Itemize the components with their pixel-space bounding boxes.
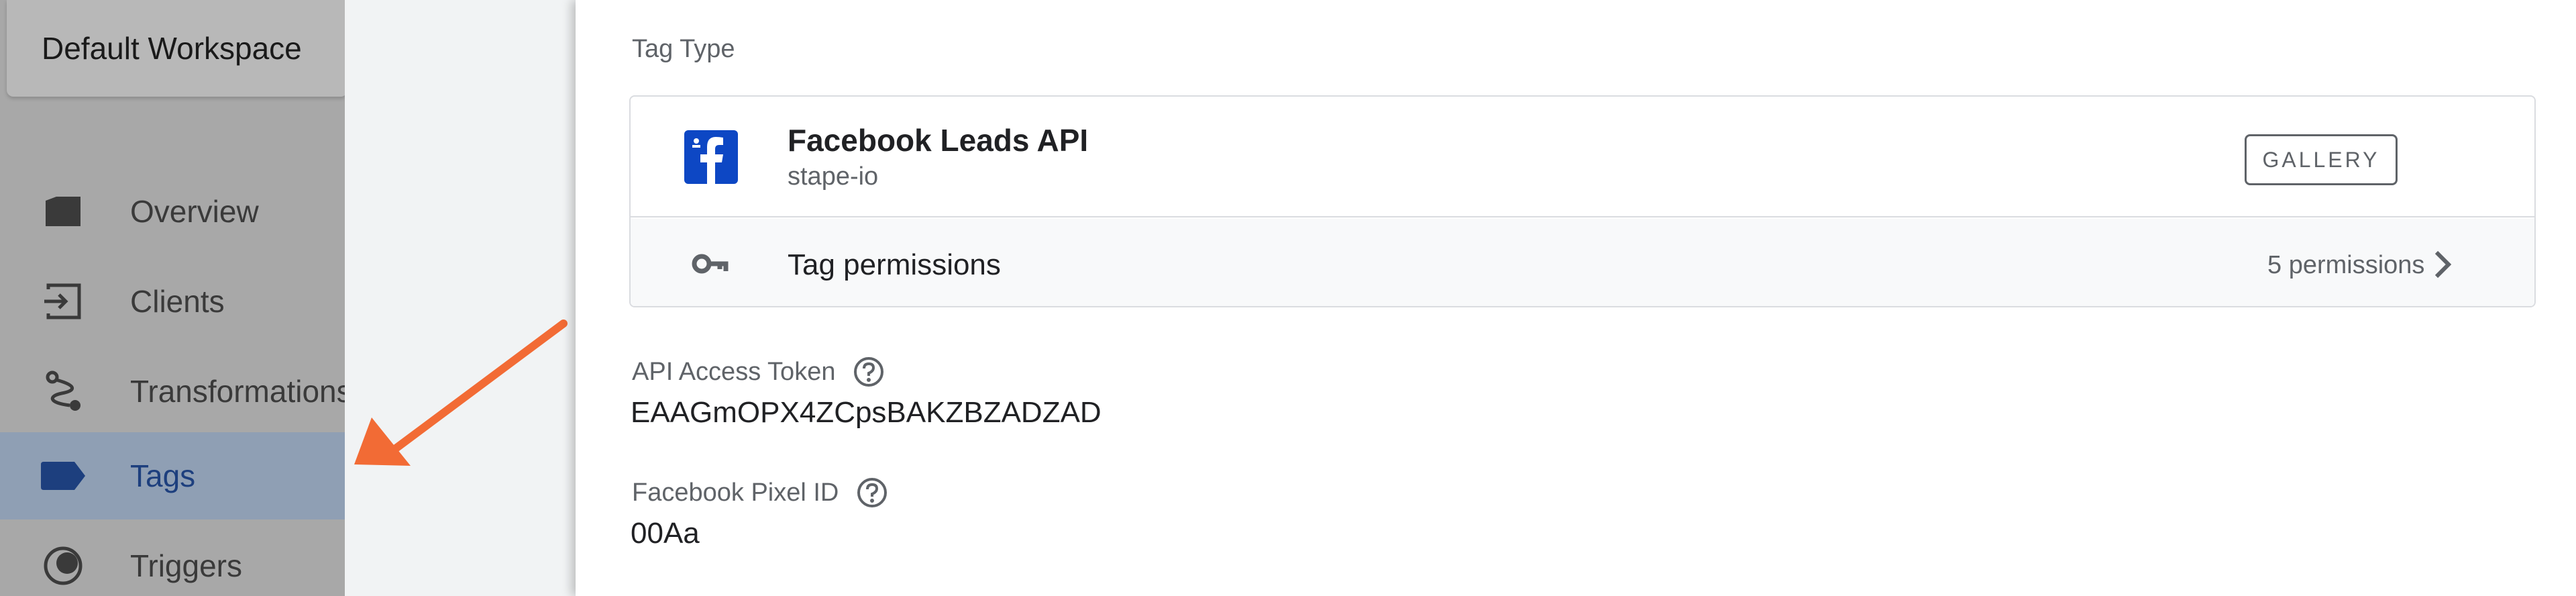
facebook-pixel-id-value: 00Aa <box>631 517 700 550</box>
sidebar: Default Workspace Overview Clients Trans… <box>0 0 345 596</box>
route-icon <box>39 367 87 415</box>
sidebar-item-tags[interactable]: Tags <box>0 432 345 519</box>
chevron-right-icon <box>2430 248 2457 281</box>
tag-config-panel: Tag Type Facebook Leads API stape-io GAL… <box>576 0 2576 596</box>
tag-permissions-count: 5 permissions <box>2267 251 2425 279</box>
sidebar-item-label: Triggers <box>130 548 242 583</box>
field-label-text: Facebook Pixel ID <box>632 478 839 507</box>
sidebar-item-label: Tags <box>130 458 196 493</box>
field-label-text: API Access Token <box>632 357 836 386</box>
tag-permissions-label: Tag permissions <box>788 248 1001 281</box>
workspace-label: Default Workspace <box>42 31 302 66</box>
sidebar-item-overview[interactable]: Overview <box>0 168 345 255</box>
sidebar-item-transformations[interactable]: Transformations <box>0 348 345 435</box>
tag-type-card[interactable]: Facebook Leads API stape-io GALLERY Tag … <box>629 95 2536 307</box>
tag-icon <box>39 452 87 500</box>
login-icon <box>39 277 87 326</box>
sidebar-item-clients[interactable]: Clients <box>0 258 345 345</box>
facebook-pixel-id-label: Facebook Pixel ID <box>632 477 888 509</box>
api-access-token-label: API Access Token <box>632 356 885 388</box>
sidebar-item-triggers[interactable]: Triggers <box>0 522 345 596</box>
tag-publisher: stape-io <box>788 162 879 191</box>
tag-name: Facebook Leads API <box>788 123 1089 158</box>
facebook-logo-icon <box>684 130 738 184</box>
key-icon <box>691 247 731 281</box>
workspace-selector[interactable]: Default Workspace <box>7 0 345 97</box>
tag-type-label: Tag Type <box>632 35 735 63</box>
sidebar-item-label: Overview <box>130 194 259 229</box>
api-access-token-value: EAAGmOPX4ZCpsBAKZBZADZAD <box>631 396 1102 429</box>
sidebar-item-label: Clients <box>130 284 225 319</box>
tag-permissions-row[interactable]: Tag permissions 5 permissions <box>631 219 2534 306</box>
help-icon[interactable] <box>853 356 885 388</box>
sidebar-item-label: Transformations <box>130 374 345 409</box>
gallery-button[interactable]: GALLERY <box>2245 134 2398 185</box>
help-icon[interactable] <box>856 477 888 509</box>
trigger-icon <box>39 542 87 590</box>
tag-type-header[interactable]: Facebook Leads API stape-io GALLERY <box>631 97 2534 217</box>
annotation-arrow <box>354 319 568 466</box>
folder-icon <box>39 187 87 236</box>
panel-gutter <box>345 0 576 596</box>
